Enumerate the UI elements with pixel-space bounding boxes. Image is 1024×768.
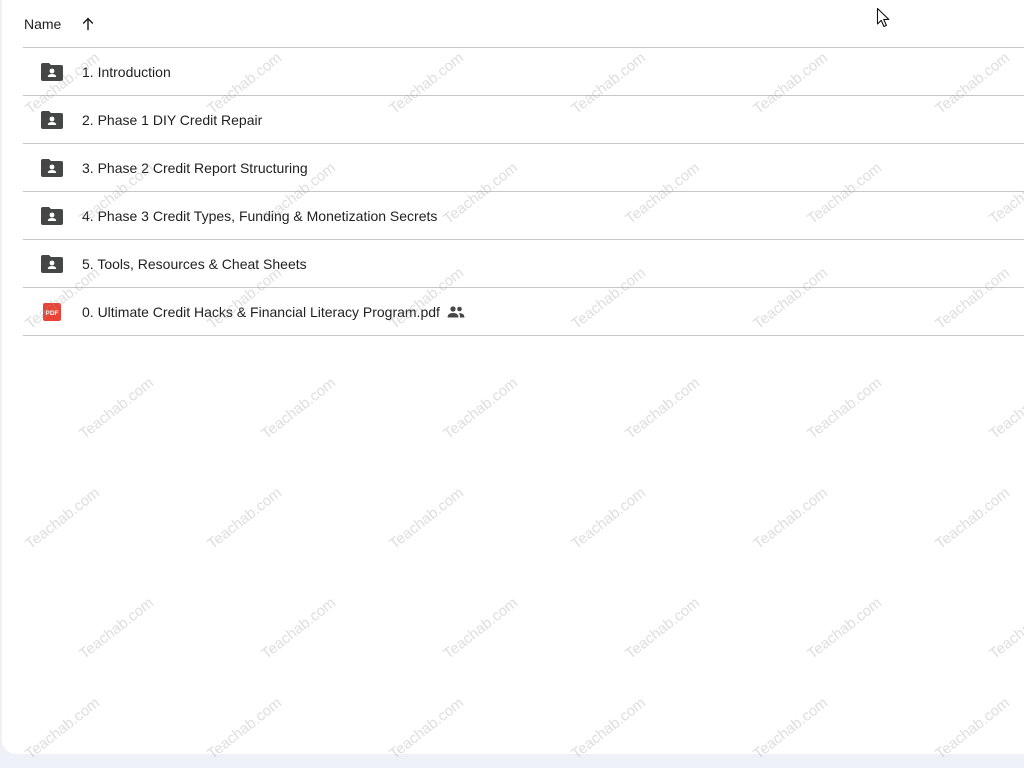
shared-folder-icon bbox=[40, 60, 64, 84]
sort-direction-button[interactable] bbox=[74, 10, 102, 38]
list-item[interactable]: 4. Phase 3 Credit Types, Funding & Monet… bbox=[23, 192, 1024, 240]
arrow-up-icon bbox=[82, 17, 94, 30]
item-label: 3. Phase 2 Credit Report Structuring bbox=[82, 159, 308, 176]
file-list: Name 1. Introduction 2. Phase 1 DIY Cred… bbox=[23, 0, 1024, 336]
item-label: 5. Tools, Resources & Cheat Sheets bbox=[82, 255, 307, 272]
pdf-icon: PDF bbox=[40, 300, 64, 324]
shared-folder-icon bbox=[40, 252, 64, 276]
pdf-badge-text: PDF bbox=[46, 310, 59, 317]
list-item[interactable]: PDF 0. Ultimate Credit Hacks & Financial… bbox=[23, 288, 1024, 336]
shared-folder-icon bbox=[40, 156, 64, 180]
item-label: 2. Phase 1 DIY Credit Repair bbox=[82, 111, 263, 128]
shared-folder-icon bbox=[40, 204, 64, 228]
name-column-header[interactable]: Name bbox=[24, 16, 61, 32]
list-item[interactable]: 3. Phase 2 Credit Report Structuring bbox=[23, 144, 1024, 192]
list-header: Name bbox=[23, 0, 1024, 48]
file-list-panel: Name 1. Introduction 2. Phase 1 DIY Cred… bbox=[2, 0, 1024, 754]
item-label: 4. Phase 3 Credit Types, Funding & Monet… bbox=[82, 207, 438, 224]
shared-folder-icon bbox=[40, 108, 64, 132]
list-item[interactable]: 5. Tools, Resources & Cheat Sheets bbox=[23, 240, 1024, 288]
list-item[interactable]: 1. Introduction bbox=[23, 48, 1024, 96]
people-icon bbox=[447, 303, 465, 321]
item-label: 1. Introduction bbox=[82, 63, 171, 80]
list-item[interactable]: 2. Phase 1 DIY Credit Repair bbox=[23, 96, 1024, 144]
item-label: 0. Ultimate Credit Hacks & Financial Lit… bbox=[82, 303, 440, 320]
mouse-cursor-icon bbox=[876, 7, 890, 28]
